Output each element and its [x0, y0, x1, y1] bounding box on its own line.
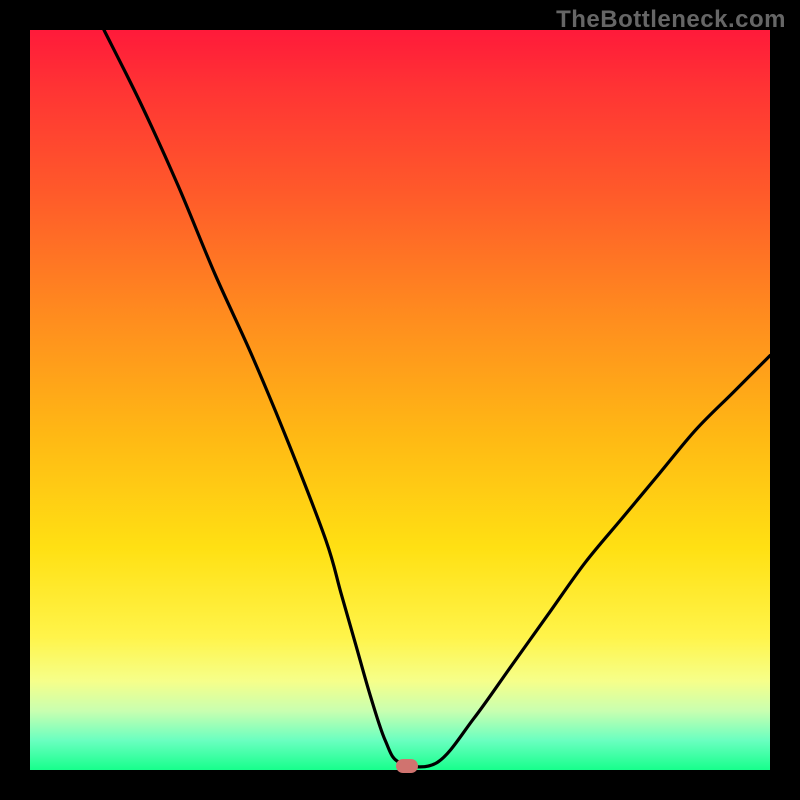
optimal-marker: [396, 759, 418, 773]
chart-frame: TheBottleneck.com: [0, 0, 800, 800]
bottleneck-curve: [30, 30, 770, 770]
watermark-text: TheBottleneck.com: [556, 6, 786, 34]
plot-area: [30, 30, 770, 770]
